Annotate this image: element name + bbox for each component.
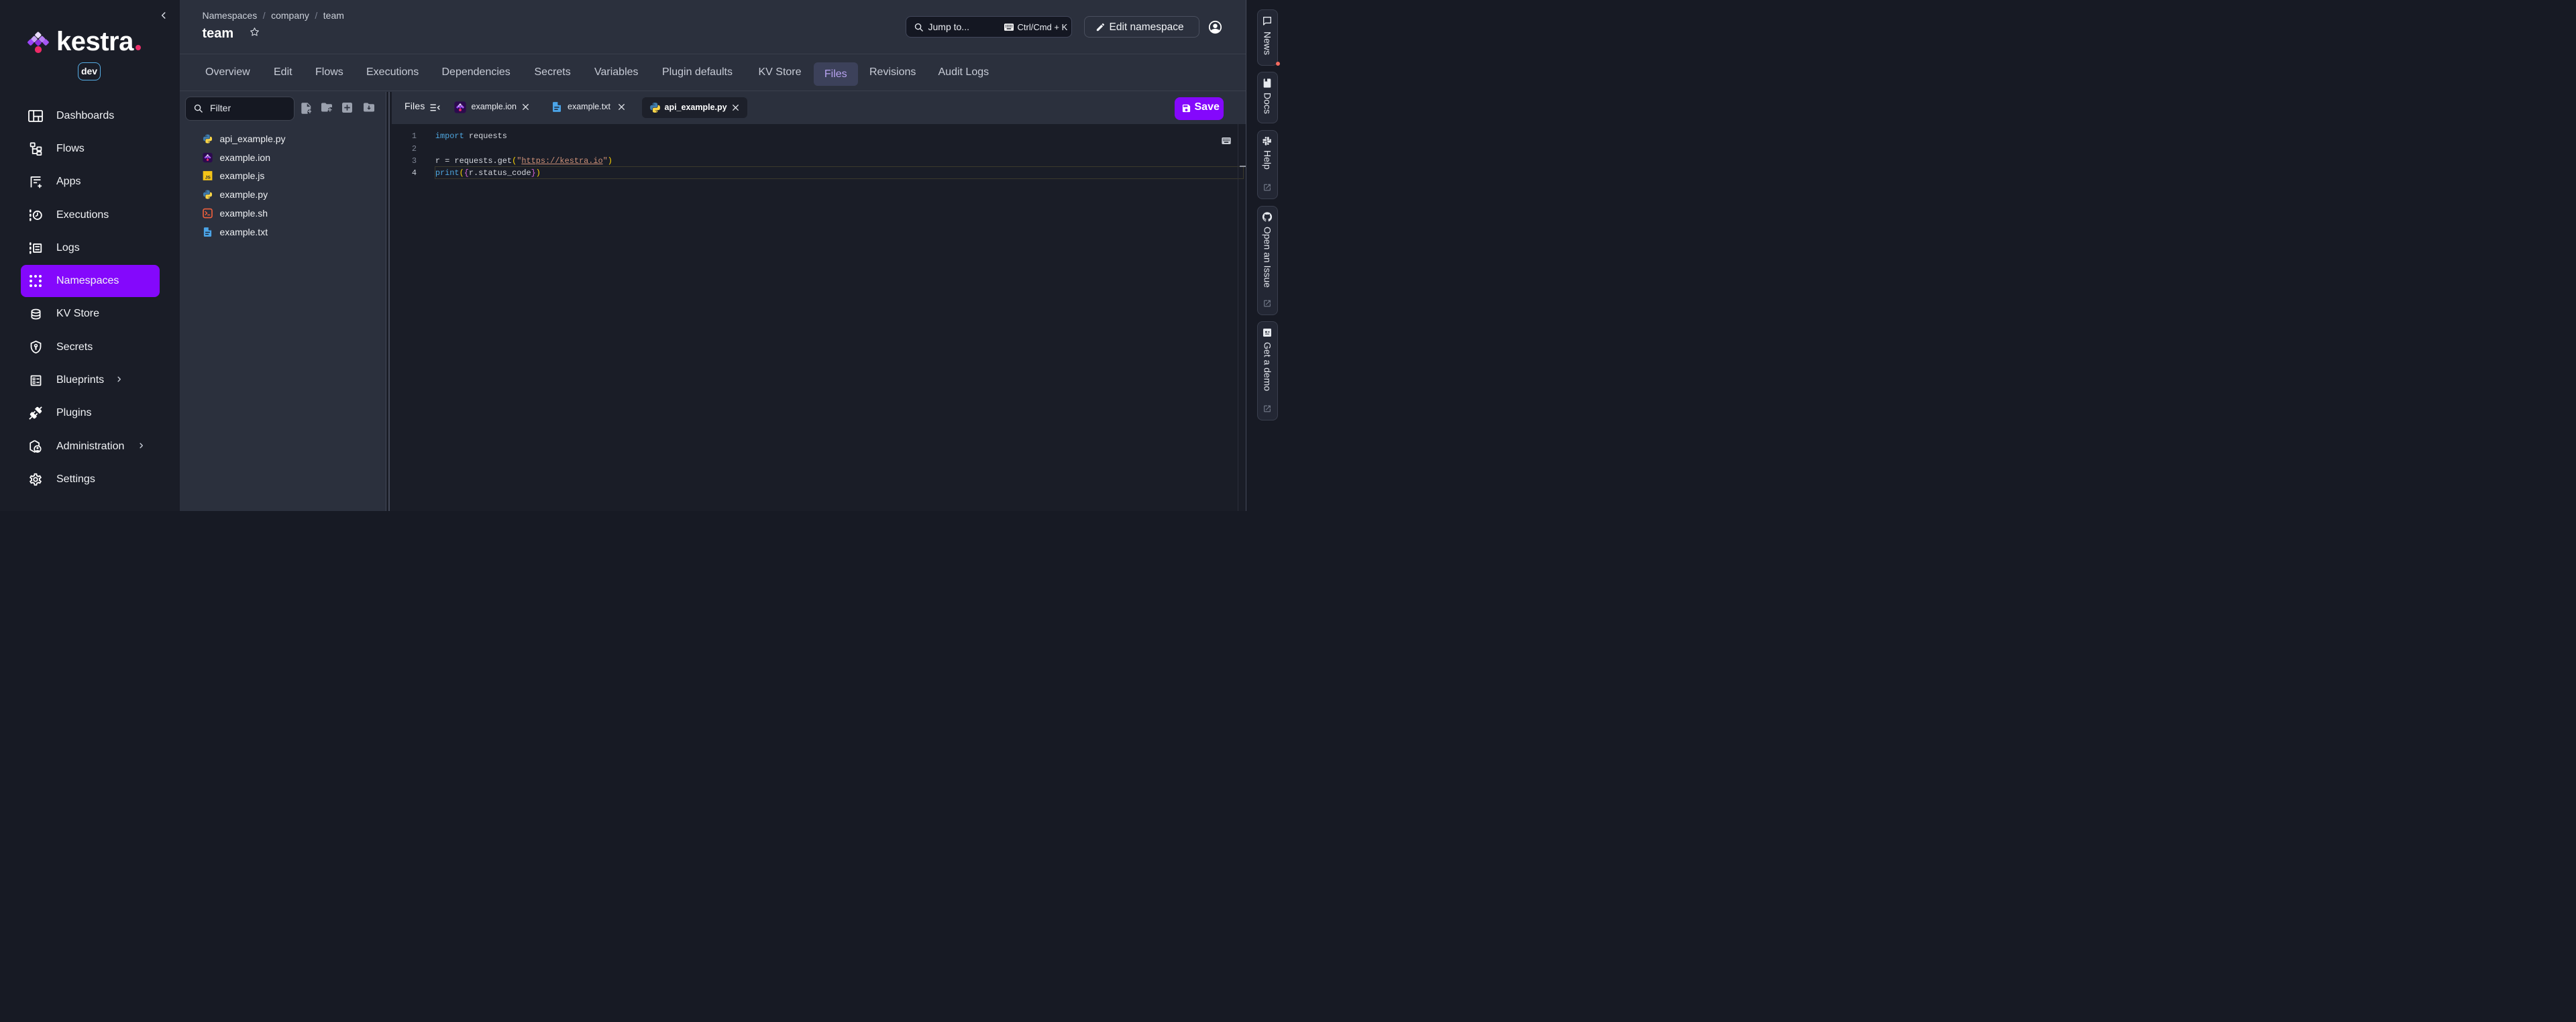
svg-text:JS: JS	[205, 176, 211, 180]
